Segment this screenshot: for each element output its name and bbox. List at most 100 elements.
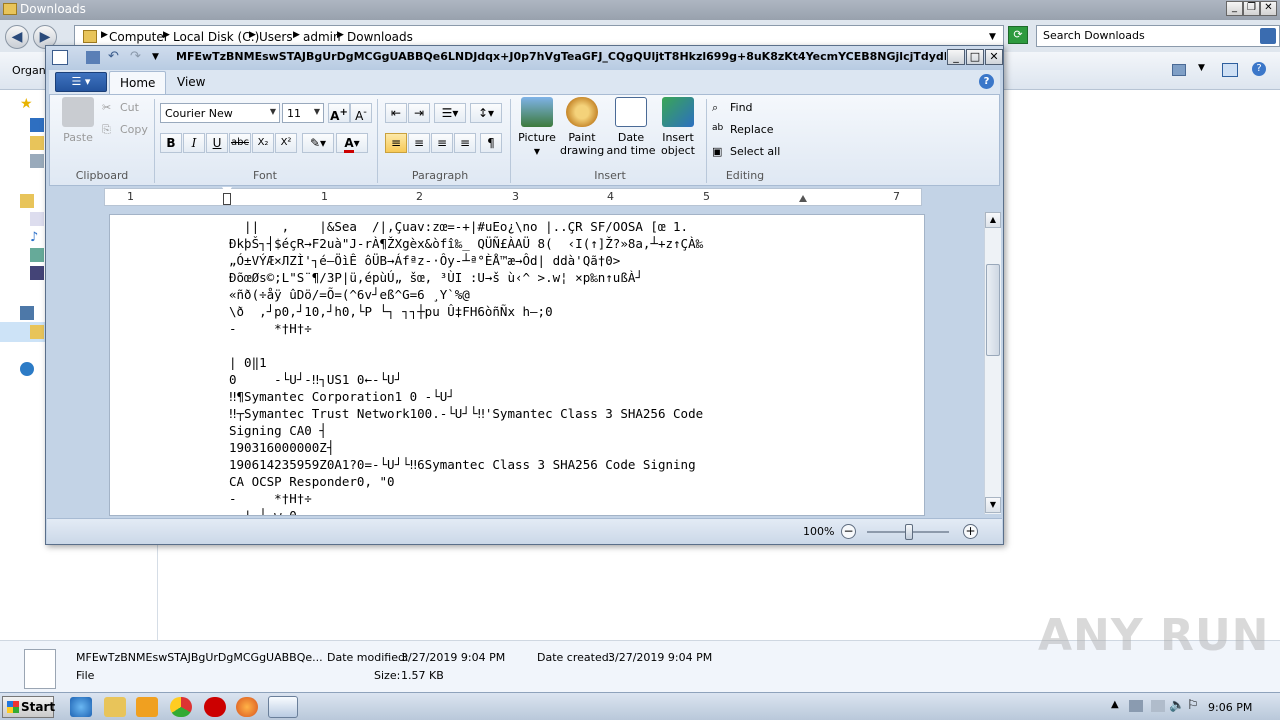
paint-drawing-button[interactable]: Paint drawing (560, 97, 604, 167)
document-line[interactable]: | 0‖1 (229, 354, 703, 371)
document-line[interactable]: \ð ,┘p0,┘10,┘h0,└P └┐ ┐┐┼pu Û‡FH6òñÑx h—… (229, 303, 703, 320)
wordpad-app-icon[interactable] (52, 50, 68, 65)
clock[interactable]: 9:06 PM (1208, 701, 1252, 714)
address-bar[interactable]: ▶ Computer ▶ Local Disk (C:) ▶ Users ▶ a… (74, 25, 1004, 47)
document-line[interactable]: 190614235959Z0A1?0=-└U┘└‼6Symantec Class… (229, 456, 703, 473)
search-input[interactable]: Search Downloads (1036, 25, 1280, 47)
decrease-indent-button[interactable]: ⇤ (385, 103, 407, 123)
document-line[interactable]: - *†H†÷ (229, 490, 703, 507)
increase-indent-button[interactable]: ⇥ (408, 103, 430, 123)
organize-menu[interactable]: Organi (12, 64, 49, 77)
insert-picture-button[interactable]: Picture ▼ (516, 97, 558, 167)
vertical-scrollbar[interactable]: ▲ ▼ (984, 212, 1001, 514)
minimize-button[interactable]: _ (1226, 1, 1243, 16)
breadcrumb-computer[interactable]: Computer (109, 30, 169, 44)
italic-button[interactable]: I (183, 133, 205, 153)
zoom-out-button[interactable]: − (841, 524, 856, 539)
left-indent-marker[interactable] (223, 193, 231, 205)
display-tray-icon[interactable] (1151, 700, 1165, 712)
view-options-icon[interactable] (1172, 64, 1186, 76)
tab-view[interactable]: View (167, 71, 215, 94)
align-center-button[interactable]: ≡ (408, 133, 430, 153)
font-family-select[interactable]: Courier New ▼ (160, 103, 280, 123)
back-button[interactable]: ◀ (5, 25, 29, 49)
zoom-in-button[interactable]: + (963, 524, 978, 539)
wordpad-maximize-button[interactable]: □ (966, 49, 984, 65)
restore-button[interactable]: ❐ (1243, 1, 1260, 16)
network-icon[interactable] (20, 362, 34, 376)
chevron-down-icon[interactable]: ▼ (1198, 63, 1205, 73)
libraries-icon[interactable] (20, 194, 34, 208)
scroll-up-button[interactable]: ▲ (985, 212, 1001, 228)
flag-icon[interactable]: ⚐ (1187, 698, 1199, 713)
document-line[interactable]: 190316000000Z┤ (229, 439, 703, 456)
save-icon[interactable] (86, 51, 100, 64)
zoom-slider-thumb[interactable] (905, 524, 913, 540)
insert-object-button[interactable]: Insert object (656, 97, 700, 167)
font-color-button[interactable]: A▾ (336, 133, 368, 153)
breadcrumb-users[interactable]: Users (259, 30, 293, 44)
document-line[interactable]: | └ w 0 (229, 507, 703, 515)
grow-font-button[interactable]: A+ (328, 103, 350, 123)
document-line[interactable]: 0 -└U┘-‼┐US1 0←-└U┘ (229, 371, 703, 388)
recent-places-icon[interactable] (30, 154, 44, 168)
start-button[interactable]: Start (2, 696, 55, 718)
wordpad-minimize-button[interactable]: _ (947, 49, 965, 65)
file-menu-button[interactable]: ☰ ▾ (55, 72, 107, 92)
highlight-button[interactable]: ✎▾ (302, 133, 334, 153)
shrink-font-button[interactable]: A- (350, 103, 372, 123)
font-size-select[interactable]: 11 ▼ (282, 103, 324, 123)
help-icon[interactable]: ? (1252, 62, 1266, 76)
document-line[interactable]: ‼┬Symantec Trust Network100.-└U┘└‼'Syman… (229, 405, 703, 422)
chevron-down-icon[interactable]: ▼ (989, 32, 996, 42)
document-line[interactable]: ‼¶Symantec Corporation1 0 -└U┘ (229, 388, 703, 405)
right-indent-marker[interactable] (799, 195, 807, 202)
document-line[interactable] (229, 337, 703, 354)
find-button[interactable]: Find (730, 101, 753, 114)
document-page[interactable]: || , |&Sea /|,Çuav:zœ=-+|#uEo¿\no |..ÇR … (109, 214, 925, 516)
ruler[interactable]: 1 1 2 3 4 5 7 (104, 187, 922, 206)
superscript-button[interactable]: X² (275, 133, 297, 153)
subscript-button[interactable]: X₂ (252, 133, 274, 153)
preview-pane-icon[interactable] (1222, 63, 1238, 77)
pictures-icon[interactable] (30, 248, 44, 262)
document-line[interactable]: - *†H†÷ (229, 320, 703, 337)
document-line[interactable]: || , |&Sea /|,Çuav:zœ=-+|#uEo¿\no |..ÇR … (229, 218, 703, 235)
document-text[interactable]: || , |&Sea /|,Çuav:zœ=-+|#uEo¿\no |..ÇR … (229, 218, 703, 515)
desktop-icon[interactable] (30, 118, 44, 132)
close-button[interactable]: ✕ (1260, 1, 1277, 16)
chevron-up-icon[interactable]: ▲ (1111, 699, 1119, 710)
document-line[interactable]: ÐõœØs©;L"S¨¶/3P|ü,épùÚ„ šœ, ³ÙI :U→š ù‹^… (229, 269, 703, 286)
document-line[interactable]: ÐkþŠ┐┤$éçR→F2uà"J-rÀ¶ŽXgèx&òfî‰_ QÜÑ£ÀAÜ… (229, 235, 703, 252)
justify-button[interactable]: ≡ (454, 133, 476, 153)
date-time-button[interactable]: Date and time (606, 97, 656, 167)
wordpad-taskbar-button[interactable] (268, 696, 298, 718)
bold-button[interactable]: B (160, 133, 182, 153)
wordpad-close-button[interactable]: ✕ (985, 49, 1003, 65)
downloads-folder-icon[interactable] (30, 136, 44, 150)
chrome-icon[interactable] (170, 697, 192, 717)
media-player-icon[interactable] (136, 697, 158, 717)
help-icon[interactable]: ? (979, 74, 994, 89)
paragraph-settings-button[interactable]: ¶ (480, 133, 502, 153)
document-line[interactable]: Signing CA0 ┤ (229, 422, 703, 439)
volume-icon[interactable]: 🔈 (1169, 698, 1185, 713)
breadcrumb-local-disk[interactable]: Local Disk (C:) (173, 30, 259, 44)
document-line[interactable]: „Ó±VÝÆ×ЛZÌ'┐é—ÖìÊ ôÜB→Áfªz-·Ôy-┴ª°ÈÅ™æ→Ô… (229, 252, 703, 269)
chevron-down-icon[interactable]: ▼ (152, 51, 166, 64)
align-right-button[interactable]: ≡ (431, 133, 453, 153)
search-icon[interactable] (1260, 28, 1276, 44)
computer-icon[interactable] (20, 306, 34, 320)
copy-button[interactable]: Copy (120, 123, 148, 136)
music-icon[interactable]: ♪ (30, 230, 44, 245)
redo-icon[interactable]: ↷ (130, 50, 144, 64)
scroll-down-button[interactable]: ▼ (985, 497, 1001, 513)
firefox-icon[interactable] (236, 697, 258, 717)
videos-icon[interactable] (30, 266, 44, 280)
star-icon[interactable]: ★ (20, 96, 34, 112)
undo-icon[interactable]: ↶ (108, 50, 122, 64)
paste-button[interactable]: Paste (58, 97, 98, 167)
document-line[interactable]: CA OCSP Responder0, "0 (229, 473, 703, 490)
tab-home[interactable]: Home (109, 71, 167, 94)
network-tray-icon[interactable] (1129, 700, 1143, 712)
